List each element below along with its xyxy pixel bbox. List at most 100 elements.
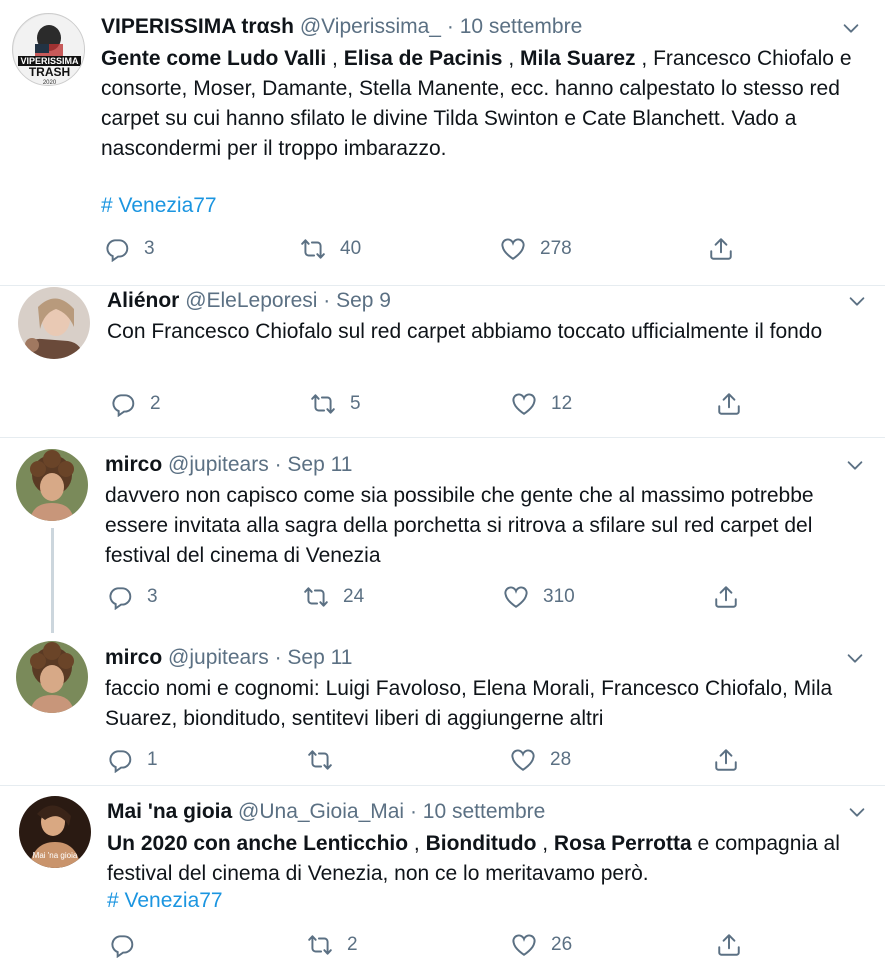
avatar[interactable] [16, 449, 88, 521]
tweet-text: Con Francesco Chiofalo sul red carpet ab… [107, 320, 823, 343]
avatar[interactable]: Mai 'na gioia [19, 796, 91, 868]
tweet[interactable]: Mai 'na gioia Mai 'na gioia @Una_Gioia_M… [0, 785, 885, 974]
retweet-icon [310, 391, 336, 417]
reply-count: 2 [150, 393, 161, 414]
tweet[interactable]: mirco @jupitears · Sep 11 faccio nomi e … [0, 630, 885, 786]
reply-icon [104, 236, 130, 262]
share-button[interactable] [713, 582, 753, 612]
tweet-date[interactable]: 10 settembre [423, 800, 546, 823]
tweet-text: davvero non capisco come sia possibile c… [105, 484, 814, 567]
share-icon [713, 584, 739, 610]
like-button[interactable]: 26 [511, 930, 572, 960]
reply-icon [107, 584, 133, 610]
like-icon [510, 747, 536, 773]
retweet-count: 5 [350, 393, 361, 414]
share-button[interactable] [716, 930, 756, 960]
tweet-text: Gente come Ludo Valli , Elisa de Pacinis… [101, 47, 852, 160]
retweet-button[interactable]: 24 [303, 582, 364, 612]
tweet-header: mirco @jupitears · Sep 11 [105, 645, 352, 671]
retweet-icon [307, 747, 333, 773]
reply-button[interactable]: 3 [104, 234, 155, 264]
reply-button[interactable]: 1 [107, 745, 158, 775]
retweet-button[interactable]: 40 [300, 234, 361, 264]
like-button[interactable]: 12 [511, 389, 572, 419]
retweet-button[interactable]: 5 [310, 389, 361, 419]
avatar[interactable]: VIPERISSIMA TRASH 2020 [12, 13, 85, 86]
reply-button[interactable] [109, 930, 149, 960]
tweet-header: VIPERISSIMA trαsh @Viperissima_ · 10 set… [101, 14, 582, 40]
share-button[interactable] [713, 745, 753, 775]
chevron-down-icon[interactable] [846, 801, 868, 823]
author-handle[interactable]: @Una_Gioia_Mai [238, 800, 404, 823]
avatar-caption: Mai 'na gioia [33, 851, 78, 860]
retweet-icon [300, 236, 326, 262]
tweet[interactable]: Aliénor @EleLeporesi · Sep 9 Con Frances… [0, 285, 885, 438]
avatar-photo [18, 287, 90, 359]
svg-text:2020: 2020 [43, 80, 57, 86]
mention-text: Mila Suarez [520, 47, 636, 70]
svg-text:TRASH: TRASH [29, 65, 70, 79]
author-handle[interactable]: @jupitears [168, 453, 269, 476]
retweet-button[interactable] [307, 745, 347, 775]
share-button[interactable] [708, 234, 748, 264]
like-button[interactable]: 28 [510, 745, 571, 775]
hashtag-link[interactable]: # Venezia77 [107, 887, 223, 915]
chevron-down-icon[interactable] [846, 290, 868, 312]
retweet-icon [303, 584, 329, 610]
reply-button[interactable]: 2 [110, 389, 161, 419]
chevron-down-icon[interactable] [840, 17, 862, 39]
chevron-down-icon[interactable] [844, 454, 866, 476]
mention-text: Un 2020 con anche Lenticchio [107, 832, 409, 855]
tweet-date[interactable]: Sep 11 [287, 453, 352, 476]
author-handle[interactable]: @Viperissima_ [300, 15, 441, 38]
like-count: 12 [551, 393, 573, 414]
tweet-date[interactable]: Sep 11 [287, 646, 352, 669]
avatar-photo [16, 449, 88, 521]
tweet-actions: 2 26 [109, 930, 869, 960]
separator-dot: · [446, 15, 454, 38]
author-handle[interactable]: @jupitears [168, 646, 269, 669]
tweet-date[interactable]: Sep 9 [336, 289, 391, 312]
like-button[interactable]: 310 [503, 582, 575, 612]
like-button[interactable]: 278 [500, 234, 572, 264]
reply-icon [107, 747, 133, 773]
hashtag-link[interactable]: # Venezia77 [101, 192, 217, 220]
retweet-icon [307, 932, 333, 958]
separator-dot: · [274, 646, 282, 669]
tweet[interactable]: mirco @jupitears · Sep 11 davvero non ca… [0, 437, 885, 630]
reply-button[interactable]: 3 [107, 582, 158, 612]
separator-dot: · [409, 800, 417, 823]
share-icon [708, 236, 734, 262]
share-icon [716, 932, 742, 958]
author-name[interactable]: mirco [105, 453, 162, 476]
author-name[interactable]: VIPERISSIMA trαsh [101, 15, 294, 38]
tweet[interactable]: VIPERISSIMA TRASH 2020 VIPERISSIMA trαsh… [0, 0, 885, 286]
author-name[interactable]: Mai 'na gioia [107, 800, 232, 823]
separator-dot: · [274, 453, 282, 476]
share-button[interactable] [716, 389, 756, 419]
chevron-down-icon[interactable] [844, 647, 866, 669]
tweet-actions: 3 40 278 [104, 234, 864, 264]
author-handle[interactable]: @EleLeporesi [185, 289, 317, 312]
reply-count: 3 [147, 586, 158, 607]
tweet-header: Mai 'na gioia @Una_Gioia_Mai · 10 settem… [107, 799, 545, 825]
author-name[interactable]: mirco [105, 646, 162, 669]
avatar[interactable] [16, 641, 88, 713]
like-count: 28 [550, 749, 572, 770]
tweet-actions: 3 24 310 [107, 582, 867, 612]
mention-text: Elisa de Pacinis [343, 47, 503, 70]
like-count: 310 [543, 586, 575, 607]
like-icon [511, 391, 537, 417]
tweet-header: mirco @jupitears · Sep 11 [105, 452, 352, 478]
author-name[interactable]: Aliénor [107, 289, 179, 312]
tweet-date[interactable]: 10 settembre [460, 15, 583, 38]
like-icon [503, 584, 529, 610]
share-icon [716, 391, 742, 417]
like-count: 26 [551, 934, 573, 955]
avatar-logo-image: VIPERISSIMA TRASH 2020 [13, 14, 84, 86]
retweet-button[interactable]: 2 [307, 930, 358, 960]
avatar[interactable] [18, 287, 90, 359]
tweet-text: faccio nomi e cognomi: Luigi Favoloso, E… [105, 677, 833, 730]
retweet-count: 40 [340, 238, 362, 259]
reply-count: 3 [144, 238, 155, 259]
